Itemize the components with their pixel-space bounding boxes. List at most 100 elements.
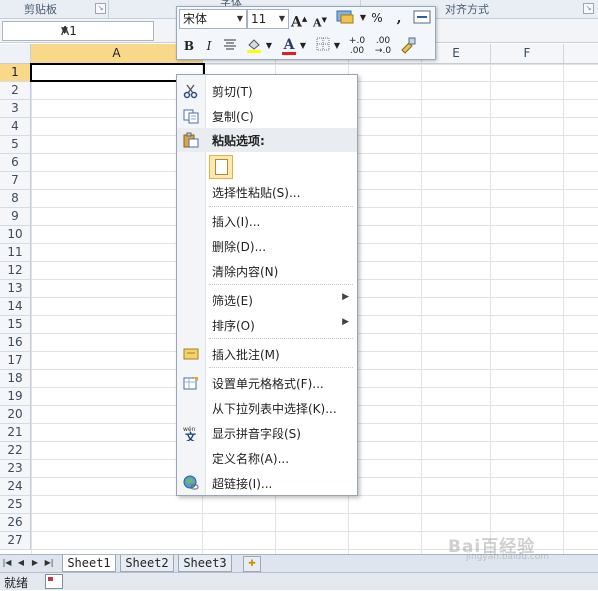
menu-item-label: 剪切(T) [212,85,253,99]
align-center-icon [224,39,236,50]
chevron-down-icon[interactable]: ▼ [333,37,341,55]
row-header[interactable]: 20 [0,406,31,424]
row-header[interactable]: 17 [0,352,31,370]
borders-button[interactable] [315,37,331,55]
menu-item-clear-contents[interactable]: 清除内容(N) [177,259,357,283]
context-menu: 剪切(T) 复制(C) 粘贴选项: 选择性粘贴(S)... 插入(I)... 删… [176,74,358,496]
font-color-label: A [283,37,295,53]
font-color-button[interactable]: A [281,36,297,55]
fill-color-button[interactable] [245,36,263,54]
row-header[interactable]: 26 [0,514,31,532]
menu-item-filter[interactable]: 筛选(E) ▶ [177,288,357,312]
row-header[interactable]: 2 [0,82,31,100]
select-all-corner[interactable] [0,44,31,63]
font-name-value: 宋体 [183,12,208,26]
font-name-select[interactable]: 宋体 ▼ [179,9,247,29]
decrease-decimal-label: .00 →.0 [374,36,392,56]
menu-item-label: 插入(I)... [212,215,261,229]
row-header[interactable]: 9 [0,208,31,226]
menu-item-cut[interactable]: 剪切(T) [177,79,357,103]
row-header[interactable]: 16 [0,334,31,352]
chevron-down-icon[interactable]: ▼ [299,37,307,55]
column-header[interactable]: F [491,44,564,63]
row-header[interactable]: 14 [0,298,31,316]
chevron-down-icon[interactable]: ▼ [265,37,273,55]
merge-center-button[interactable] [413,10,431,28]
font-color-swatch [282,52,296,55]
row-header[interactable]: 21 [0,424,31,442]
menu-item-sort[interactable]: 排序(O) ▶ [177,313,357,337]
menu-item-show-phonetic[interactable]: wén 文 显示拼音字段(S) [177,421,357,445]
shrink-font-button[interactable]: A▼ [313,11,327,30]
sheet-tab-2[interactable]: Sheet2 [120,555,174,572]
paste-option-button[interactable] [209,155,233,179]
chevron-down-icon[interactable]: ▼ [61,22,149,40]
row-header[interactable]: 10 [0,226,31,244]
grow-font-label: A [291,14,302,31]
scissors-icon [183,84,198,99]
row-header[interactable]: 23 [0,460,31,478]
menu-item-copy[interactable]: 复制(C) [177,104,357,128]
chevron-down-icon: ▼ [278,14,285,23]
menu-item-label: 选择性粘贴(S)... [212,186,301,200]
row-header[interactable]: 8 [0,190,31,208]
borders-icon [316,37,330,51]
italic-button[interactable]: I [203,37,215,55]
bold-button[interactable]: B [183,37,195,55]
clipboard-launcher-icon[interactable]: ↘ [95,3,106,14]
sheet-tab-3[interactable]: Sheet3 [178,555,232,572]
row-header[interactable]: 19 [0,388,31,406]
name-box[interactable]: A1 ▼ [2,21,154,41]
percent-button[interactable]: % [369,9,385,27]
increase-decimal-label: +.0 .00 [348,36,366,56]
menu-item-pick-from-list[interactable]: 从下拉列表中选择(K)... [177,396,357,420]
menu-item-delete[interactable]: 删除(D)... [177,234,357,258]
row-header[interactable]: 15 [0,316,31,334]
menu-item-paste-special[interactable]: 选择性粘贴(S)... [177,180,357,204]
decrease-decimal-button[interactable]: .00 →.0 [371,36,395,56]
increase-decimal-button[interactable]: +.0 .00 [345,36,369,56]
ribbon-divider [108,0,109,18]
prev-sheet-icon[interactable]: ◀ [16,557,26,569]
row-header[interactable]: 24 [0,478,31,496]
grow-font-button[interactable]: A▲ [291,10,307,31]
status-text: 就绪 [4,576,29,590]
insert-sheet-icon[interactable]: ✚ [243,556,261,572]
comma-style-button[interactable]: , [393,9,405,27]
column-header[interactable] [564,44,598,63]
menu-item-format-cells[interactable]: 设置单元格格式(F)... [177,371,357,395]
font-size-select[interactable]: 11 ▼ [247,9,289,29]
center-align-button[interactable] [223,37,237,55]
row-header[interactable]: 13 [0,280,31,298]
row-header[interactable]: 12 [0,262,31,280]
row-header[interactable]: 6 [0,154,31,172]
menu-item-hyperlink[interactable]: 超链接(I)... [177,471,357,495]
format-cells-icon [183,377,198,390]
menu-item-label: 超链接(I)... [212,477,273,491]
alignment-launcher-icon[interactable]: ↘ [583,3,594,14]
menu-item-define-name[interactable]: 定义名称(A)... [177,446,357,470]
menu-item-insert[interactable]: 插入(I)... [177,209,357,233]
row-header[interactable]: 22 [0,442,31,460]
row-header[interactable]: 1 [0,64,31,82]
grid-column-line [490,64,491,554]
row-header[interactable]: 3 [0,100,31,118]
row-header[interactable]: 5 [0,136,31,154]
menu-item-insert-comment[interactable]: 插入批注(M) [177,342,357,366]
last-sheet-icon[interactable]: ▶| [44,557,54,569]
row-header[interactable]: 7 [0,172,31,190]
row-header[interactable]: 27 [0,532,31,550]
row-header[interactable]: 25 [0,496,31,514]
row-header[interactable]: 18 [0,370,31,388]
format-painter-button[interactable] [399,36,417,54]
macro-record-icon[interactable] [45,574,63,589]
accounting-format-button[interactable] [335,9,357,27]
first-sheet-icon[interactable]: |◀ [2,557,12,569]
row-header[interactable]: 4 [0,118,31,136]
row-header[interactable]: 11 [0,244,31,262]
chevron-down-icon[interactable]: ▼ [359,9,367,27]
sheet-tab-1[interactable]: Sheet1 [62,555,116,572]
next-sheet-icon[interactable]: ▶ [30,557,40,569]
comment-icon [183,348,199,360]
submenu-arrow-icon: ▶ [342,317,349,327]
